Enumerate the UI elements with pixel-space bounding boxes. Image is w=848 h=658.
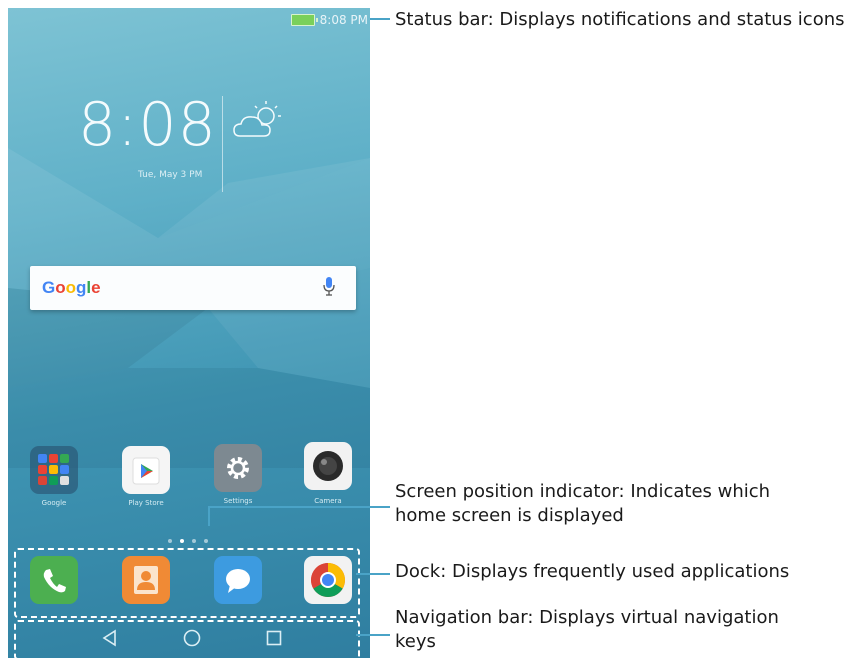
contacts-app[interactable] [122, 556, 170, 604]
camera-app[interactable] [304, 442, 352, 490]
chat-bubble-icon [226, 569, 250, 593]
recent-apps-square-icon[interactable] [264, 628, 284, 648]
messaging-app[interactable] [214, 556, 262, 604]
gear-icon [227, 457, 249, 479]
annotation-navigation-bar: Navigation bar: Displays virtual navigat… [395, 607, 779, 652]
date-label: Tue, May 3 PM [138, 170, 203, 180]
clock-divider [222, 96, 223, 192]
annotation-screen-indicator: Screen position indicator: Indicates whi… [395, 481, 771, 526]
back-triangle-icon[interactable] [100, 628, 120, 648]
settings-app[interactable] [214, 444, 262, 492]
clock: 8:08 [78, 90, 217, 160]
page-dot [192, 539, 196, 543]
app-label-google: Google [41, 499, 67, 507]
battery-icon [290, 14, 318, 26]
dock-leader [356, 573, 390, 575]
microphone-icon[interactable] [322, 276, 336, 298]
play-store-app[interactable] [122, 446, 170, 494]
page-dot [168, 539, 172, 543]
navigation-bar-leader [356, 634, 390, 636]
app-label-camera: Camera [314, 497, 342, 505]
indicator-leader [208, 506, 390, 508]
phone-screen: 8:08 PM 8:08 Tue, May 3 PM Google Google [8, 8, 370, 658]
chrome-app[interactable] [304, 556, 352, 604]
play-store-icon [132, 457, 160, 485]
status-time: 8:08 PM [319, 13, 368, 27]
annotation-status-bar: Status bar: Displays notifications and s… [395, 9, 845, 30]
status-bar-leader [370, 18, 390, 20]
weather-cloudy-sun-icon [233, 101, 281, 137]
status-bar: 8:08 PM [290, 12, 368, 28]
camera-lens-icon [313, 451, 343, 481]
annotation-dock: Dock: Displays frequently used applicati… [395, 561, 790, 582]
google-search-bar[interactable]: Google [30, 266, 356, 310]
app-label-settings: Settings [223, 497, 253, 505]
page-dot [204, 539, 208, 543]
phone-icon [43, 569, 66, 593]
screen-position-indicator [168, 539, 208, 543]
folder-grid-icon [38, 454, 69, 485]
phone-app[interactable] [30, 556, 78, 604]
page-dot-active [180, 539, 184, 543]
chrome-icon [311, 563, 345, 597]
google-logo: Google [42, 278, 101, 297]
google-folder[interactable] [30, 446, 78, 494]
contact-person-icon [134, 566, 158, 594]
indicator-leader-vertical [208, 506, 210, 526]
app-label-play-store: Play Store [128, 499, 164, 507]
home-circle-icon[interactable] [182, 628, 202, 648]
